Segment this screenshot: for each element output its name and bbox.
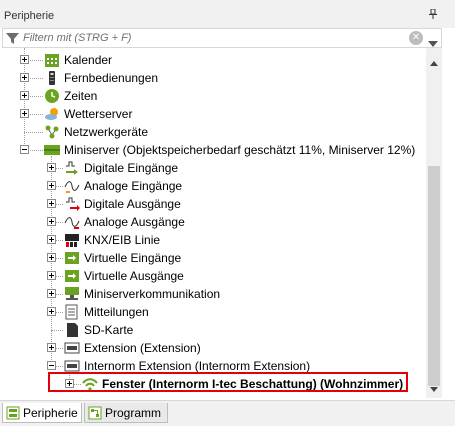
tree-item-label: Analoge Eingänge [84, 179, 183, 193]
expand-icon[interactable] [47, 163, 56, 172]
expand-icon[interactable] [20, 91, 29, 100]
filter-input[interactable] [23, 30, 403, 46]
virtual-input-icon [64, 250, 80, 266]
expand-icon[interactable] [20, 109, 29, 118]
knx-icon [64, 232, 80, 248]
peripherals-icon [6, 406, 20, 426]
tree-item-label: SD-Karte [84, 323, 134, 337]
tree-item-label: Kalender [64, 53, 113, 67]
collapse-icon[interactable] [47, 361, 56, 370]
expand-icon[interactable] [47, 217, 56, 226]
tree-item-label: Wetterserver [64, 107, 133, 121]
virtual-output-icon [64, 268, 80, 284]
analog-input-icon [64, 178, 80, 194]
tree-item-mitteilungen[interactable]: Mitteilungen [2, 303, 426, 321]
tree-item-virtuelle-ausgaenge[interactable]: Virtuelle Ausgänge [2, 267, 426, 285]
miniserver-icon [44, 142, 60, 158]
tree-item-virtuelle-eingaenge[interactable]: Virtuelle Eingänge [2, 249, 426, 267]
bottom-tab-bar: Peripherie Programm [0, 400, 455, 426]
tree-item-miniserverkommunikation[interactable]: Miniserverkommunikation [2, 285, 426, 303]
messages-icon [64, 304, 80, 320]
expand-icon[interactable] [47, 271, 56, 280]
clear-filter-icon[interactable]: ✕ [409, 31, 423, 45]
panel-title-bar: Peripherie [0, 0, 455, 28]
tree-item-analoge-ausgaenge[interactable]: Analoge Ausgänge [2, 213, 426, 231]
expand-icon[interactable] [47, 181, 56, 190]
device-tree: Kalender Fernbedienungen Zeiten Wetterserve… [2, 48, 426, 398]
filter-icon [6, 32, 19, 48]
network-icon [44, 124, 60, 140]
program-icon [88, 406, 102, 426]
tree-item-label: Virtuelle Eingänge [84, 251, 182, 265]
tree-item-label: Mitteilungen [84, 305, 149, 319]
tree-item-kalender[interactable]: Kalender [2, 51, 426, 69]
tree-item-label: Netzwerkgeräte [64, 125, 149, 139]
tree-item-sd-karte[interactable]: SD-Karte [2, 321, 426, 339]
sd-card-icon [64, 322, 80, 338]
tree-item-label: Fernbedienungen [64, 71, 159, 85]
tree-item-netzwerkgeraete[interactable]: Netzwerkgeräte [2, 123, 426, 141]
tree-item-label: Zeiten [64, 89, 98, 103]
tree-item-zeiten[interactable]: Zeiten [2, 87, 426, 105]
weather-icon [44, 106, 60, 122]
tree-item-label: Miniserverkommunikation [84, 287, 221, 301]
tree-item-label: Internorm Extension (Internorm Extension… [84, 359, 311, 373]
scroll-down-icon[interactable] [430, 381, 438, 395]
scroll-up-icon[interactable] [430, 55, 438, 69]
clock-icon [44, 88, 60, 104]
tree-item-analoge-eingaenge[interactable]: Analoge Eingänge [2, 177, 426, 195]
expand-icon[interactable] [20, 55, 29, 64]
tree-item-label: Virtuelle Ausgänge [84, 269, 184, 283]
tab-peripherie[interactable]: Peripherie [2, 403, 82, 423]
tab-peripherie-label: Peripherie [23, 406, 78, 420]
filter-bar: ✕ [2, 28, 442, 48]
tree-item-digitale-eingaenge[interactable]: Digitale Eingänge [2, 159, 426, 177]
expand-icon[interactable] [47, 343, 56, 352]
extension-icon [64, 340, 80, 356]
highlight-box [48, 372, 408, 392]
collapse-icon[interactable] [20, 145, 29, 154]
expand-icon[interactable] [47, 199, 56, 208]
tree-item-digitale-ausgaenge[interactable]: Digitale Ausgänge [2, 195, 426, 213]
tree-item-extension[interactable]: Extension (Extension) [2, 339, 426, 357]
expand-icon[interactable] [47, 253, 56, 262]
miniserver-comm-icon [64, 286, 80, 302]
tree-item-label: KNX/EIB Linie [84, 233, 161, 247]
calendar-icon [44, 52, 60, 68]
expand-icon[interactable] [20, 73, 29, 82]
tree-item-miniserver[interactable]: Miniserver (Objektspeicherbedarf geschät… [2, 141, 426, 159]
expand-icon[interactable] [47, 235, 56, 244]
tree-item-label: Extension (Extension) [84, 341, 201, 355]
remote-control-icon [44, 70, 60, 86]
tree-item-label: Digitale Ausgänge [84, 197, 181, 211]
scrollbar-thumb[interactable] [428, 166, 440, 386]
tree-item-wetterserver[interactable]: Wetterserver [2, 105, 426, 123]
tree-item-label: Digitale Eingänge [84, 161, 179, 175]
analog-output-icon [64, 214, 80, 230]
tree-item-knx-eib-linie[interactable]: KNX/EIB Linie [2, 231, 426, 249]
tab-programm[interactable]: Programm [84, 403, 168, 423]
tab-programm-label: Programm [105, 406, 162, 420]
digital-input-icon [64, 160, 80, 176]
tree-item-fernbedienungen[interactable]: Fernbedienungen [2, 69, 426, 87]
expand-icon[interactable] [47, 289, 56, 298]
tree-item-label: Miniserver (Objektspeicherbedarf geschät… [64, 143, 416, 157]
tree-scrollbar[interactable] [426, 48, 442, 398]
panel-title: Peripherie [4, 10, 55, 22]
tree-item-label: Analoge Ausgänge [84, 215, 185, 229]
pin-icon[interactable] [429, 8, 437, 22]
expand-icon[interactable] [47, 307, 56, 316]
digital-output-icon [64, 196, 80, 212]
